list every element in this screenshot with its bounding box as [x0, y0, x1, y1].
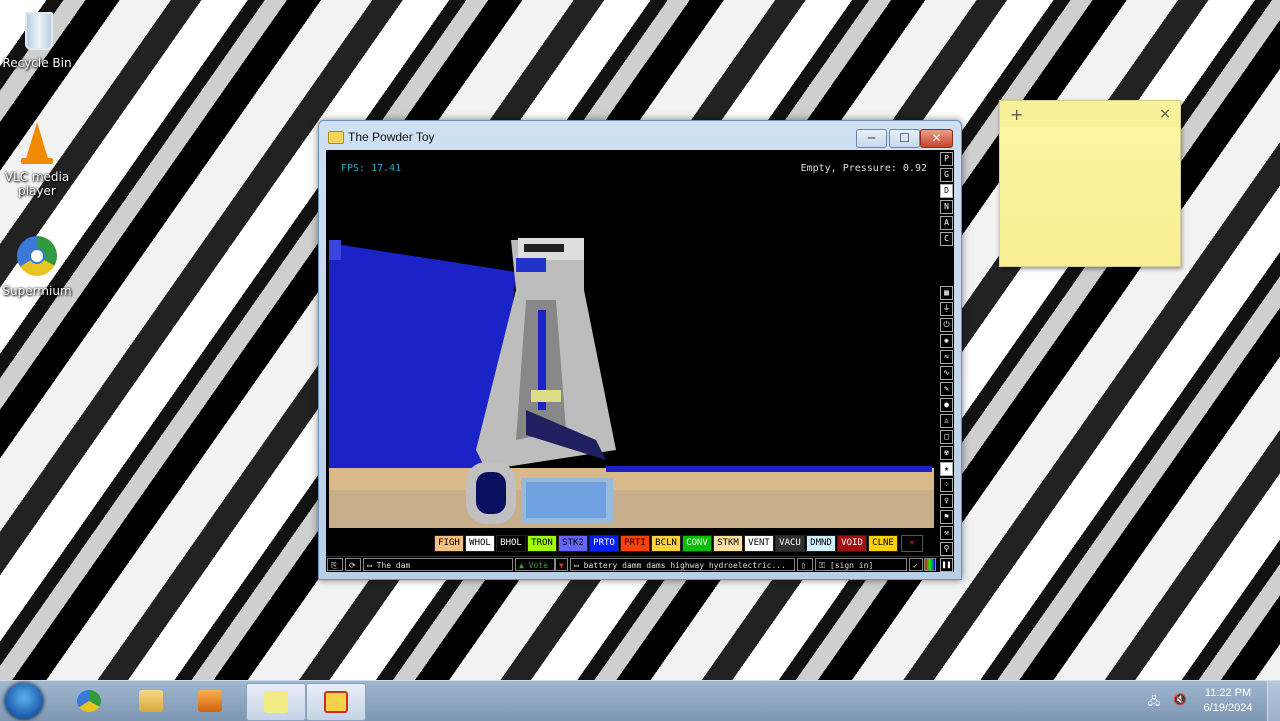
vote-down-button[interactable]: ▼ — [555, 558, 568, 571]
element-tron[interactable]: TRON — [527, 535, 557, 552]
wrench-icon[interactable]: ⚒ — [940, 526, 953, 540]
desktop-icon-supermium[interactable]: Supermium — [0, 236, 74, 298]
element-bhol[interactable]: BHOL — [496, 535, 526, 552]
dots-icon[interactable]: ⁘ — [940, 478, 953, 492]
save-title-field[interactable]: ▭ The dam — [363, 558, 513, 571]
flag-icon[interactable]: ⚑ — [940, 510, 953, 524]
fps-counter: FPS: 17.41 — [341, 163, 402, 174]
menu-button-c[interactable]: C — [940, 232, 953, 246]
clock[interactable]: 11:22 PM 6/19/2024 — [1196, 686, 1260, 716]
pen-icon[interactable]: ✎ — [940, 382, 953, 396]
sticky-notes-icon — [264, 691, 288, 713]
add-note-icon[interactable]: + — [1010, 105, 1023, 124]
taskbar-app-sticky-notes[interactable] — [246, 683, 306, 721]
clock-date: 6/19/2024 — [1203, 702, 1253, 714]
element-whol[interactable]: WHOL — [465, 535, 495, 552]
element-vent[interactable]: VENT — [744, 535, 774, 552]
media-player-icon — [198, 690, 222, 712]
game-client-area: FPS: 17.41 Empty, Pressure: 0.92 P G D N… — [326, 150, 954, 572]
taskbar-app-powder-toy[interactable] — [306, 683, 366, 721]
desktop-icon-label: Supermium — [2, 284, 72, 298]
vote-up-button[interactable]: ▲ Vote — [515, 558, 555, 571]
wall-icon[interactable]: ▦ — [940, 286, 953, 300]
element-figh[interactable]: FIGH — [434, 535, 464, 552]
sticky-note-header — [1000, 101, 1180, 127]
volume-muted-icon[interactable]: 🔇 — [1172, 693, 1188, 707]
desktop-icon-label: Recycle Bin — [2, 56, 72, 70]
right-toolbar: P G D N A C ▦ ⏚ ⏻ ✺ ≈ ∿ ✎ ● ♙ □ ☢ ★ ⁘ ♀ … — [938, 150, 954, 572]
desktop-icon-vlc[interactable]: VLC media player — [0, 122, 74, 198]
star-icon[interactable]: ★ — [940, 462, 953, 476]
menu-button-p[interactable]: P — [940, 152, 953, 166]
powder-toy-window: The Powder Toy ─ ☐ ✕ FPS: 17.41 Empty, P… — [318, 120, 962, 580]
magnifier-icon[interactable]: ⚲ — [940, 542, 953, 556]
taskbar-app-explorer[interactable] — [122, 683, 180, 719]
element-vacu[interactable]: VACU — [775, 535, 805, 552]
element-void[interactable]: VOID — [837, 535, 867, 552]
recycle-bin-icon — [15, 8, 59, 52]
element-stk2[interactable]: STK2 — [558, 535, 588, 552]
pressure-readout: Empty, Pressure: 0.92 — [800, 163, 927, 174]
browser-icon — [15, 236, 59, 280]
plug-icon[interactable]: ⏚ — [940, 302, 953, 316]
element-stkm[interactable]: STKM — [713, 535, 743, 552]
window-title: The Powder Toy — [348, 130, 435, 144]
gas-icon[interactable]: ≈ — [940, 350, 953, 364]
new-simulation-icon[interactable]: ▯ — [797, 558, 813, 571]
radioactive-icon[interactable]: ☢ — [940, 446, 953, 460]
square-icon[interactable]: □ — [940, 430, 953, 444]
close-note-icon[interactable]: × — [1159, 106, 1171, 122]
sticky-note[interactable]: + × — [999, 100, 1181, 267]
element-clne[interactable]: CLNE — [868, 535, 898, 552]
bulb-icon[interactable]: ♀ — [940, 494, 953, 508]
tags-field[interactable]: ▭ battery damm dams highway hydroelectri… — [570, 558, 795, 571]
drop-icon[interactable]: ● — [940, 398, 953, 412]
person-icon[interactable]: ♙ — [940, 414, 953, 428]
clock-time: 11:22 PM — [1204, 687, 1252, 699]
liquid-icon[interactable]: ∿ — [940, 366, 953, 380]
minimize-button[interactable]: ─ — [856, 129, 887, 148]
login-button[interactable]: ⚿ [sign in] — [815, 558, 907, 571]
menu-button-n[interactable]: N — [940, 200, 953, 214]
element-bcln[interactable]: BCLN — [651, 535, 681, 552]
menu-button-a[interactable]: A — [940, 216, 953, 230]
taskbar-app-browser[interactable] — [60, 683, 118, 719]
window-titlebar[interactable]: The Powder Toy ─ ☐ ✕ — [319, 121, 961, 151]
explosive-icon[interactable]: ✺ — [940, 334, 953, 348]
element-dmnd[interactable]: DMND — [806, 535, 836, 552]
open-save-icon[interactable]: ⎘ — [327, 558, 343, 571]
close-icon[interactable]: ✕ — [901, 535, 923, 552]
menu-button-g[interactable]: G — [940, 168, 953, 182]
simulation-canvas[interactable]: FPS: 17.41 Empty, Pressure: 0.92 — [326, 150, 937, 532]
maximize-button[interactable]: ☐ — [889, 129, 920, 148]
network-icon[interactable]: 🖧 — [1146, 693, 1162, 708]
settings-icon[interactable]: ✓ — [909, 558, 923, 571]
desktop-icon-recycle-bin[interactable]: Recycle Bin — [0, 8, 74, 70]
close-button[interactable]: ✕ — [920, 129, 953, 148]
taskbar-app-media-player[interactable] — [181, 683, 239, 719]
reload-icon[interactable]: ⟳ — [345, 558, 361, 571]
bottom-bar: ⎘ ⟳ ▭ The dam ▲ Vote ▼ ▭ battery damm da… — [326, 556, 954, 573]
powder-toy-icon — [324, 691, 348, 713]
element-prti[interactable]: PRTI — [620, 535, 650, 552]
menu-button-d[interactable]: D — [940, 184, 953, 198]
element-prto[interactable]: PRTO — [589, 535, 619, 552]
power-icon[interactable]: ⏻ — [940, 318, 953, 332]
desktop-icon-label: VLC media player — [4, 170, 70, 198]
renderer-icon[interactable] — [924, 558, 936, 571]
browser-icon — [77, 690, 101, 712]
taskbar: 🖧 🔇 11:22 PM 6/19/2024 — [0, 680, 1280, 721]
element-conv[interactable]: CONV — [682, 535, 712, 552]
start-button[interactable] — [5, 683, 43, 719]
simulation-scene — [329, 238, 934, 528]
file-explorer-icon — [139, 690, 163, 712]
vlc-cone-icon — [15, 122, 59, 166]
window-app-icon — [328, 131, 344, 144]
show-desktop-button[interactable] — [1267, 681, 1280, 721]
